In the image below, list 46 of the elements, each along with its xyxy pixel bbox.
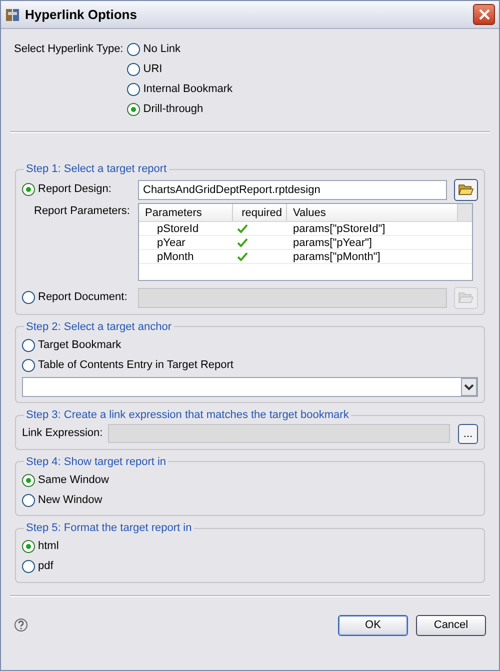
check-icon xyxy=(237,224,248,232)
group-title: Step 2: Select a target anchor xyxy=(25,320,173,334)
folder-icon xyxy=(458,291,474,304)
table-cell-text: pMonth xyxy=(156,250,195,262)
group-title: Step 3: Create a link expression that matches the target bookmark xyxy=(25,408,350,423)
report-design-field[interactable]: ChartsAndGridDeptReport.rptdesign xyxy=(138,180,447,200)
column-header[interactable]: required xyxy=(233,204,287,220)
link-expression-label: Link Expression: xyxy=(22,426,103,442)
close-icon xyxy=(478,9,490,20)
table-row[interactable]: pMonth params["pMonth"] xyxy=(139,250,472,264)
dialog-button[interactable]: OK xyxy=(338,614,408,636)
group-title: Step 5: Format the target report in xyxy=(25,521,193,536)
browse-button[interactable] xyxy=(454,178,478,200)
group-title: Step 1: Select a target report xyxy=(25,162,168,177)
report-parameters-label: Report Parameters: xyxy=(33,204,131,218)
radio-button[interactable]: New Window xyxy=(22,490,102,510)
column-header[interactable]: Parameters xyxy=(139,204,233,220)
folder-icon xyxy=(458,183,474,196)
radio-button[interactable]: Report Design: xyxy=(22,180,112,200)
anchor-dropdown[interactable] xyxy=(22,377,478,397)
table-row[interactable]: pStoreId params["pStoreId"] xyxy=(139,222,472,236)
radio-button[interactable]: pdf xyxy=(22,556,54,576)
table-cell-text: pStoreId xyxy=(156,222,200,234)
hyperlink-type-label: Select Hyperlink Type: xyxy=(14,42,124,57)
report-document-field[interactable] xyxy=(138,288,447,308)
radio-button[interactable]: Drill-through xyxy=(127,99,204,119)
radio-button[interactable]: No Link xyxy=(127,39,181,59)
radio-button[interactable]: Table of Contents Entry in Target Report xyxy=(22,355,234,375)
table-cell-text: params["pStoreId"] xyxy=(292,222,386,234)
close-button[interactable] xyxy=(473,4,495,25)
radio-button[interactable]: Same Window xyxy=(22,470,109,490)
table-cell-text: params["pYear"] xyxy=(292,236,373,248)
dialog-button[interactable]: Cancel xyxy=(416,614,486,636)
table-cell-text: pYear xyxy=(156,236,186,248)
app-icon xyxy=(5,6,21,22)
radio-button[interactable]: Target Bookmark xyxy=(22,335,122,355)
radio-button[interactable]: html xyxy=(22,536,59,556)
group-title: Step 4: Show target report in xyxy=(25,454,168,470)
help-icon xyxy=(14,618,28,632)
check-icon xyxy=(237,252,248,260)
window-title: Hyperlink Options xyxy=(25,6,138,24)
table-cell-text: params["pMonth"] xyxy=(292,250,382,262)
radio-button[interactable]: URI xyxy=(127,59,162,79)
check-icon xyxy=(237,238,248,246)
table-row[interactable]: pYear params["pYear"] xyxy=(139,236,472,250)
radio-button[interactable]: Internal Bookmark xyxy=(127,79,233,99)
